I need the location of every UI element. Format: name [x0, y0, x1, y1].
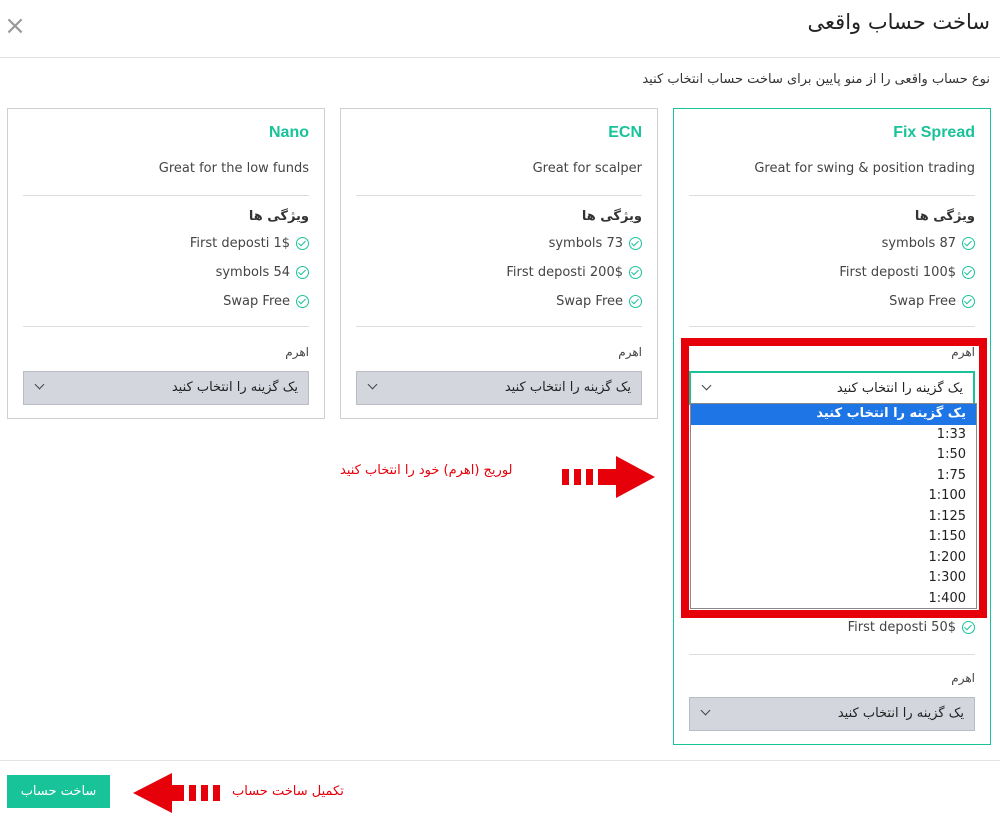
leverage-label: اهرم [951, 345, 975, 359]
feature-label: Swap Free [556, 294, 623, 309]
dropdown-option[interactable]: 1:300 [691, 568, 976, 589]
dropdown-option[interactable]: 1:125 [691, 507, 976, 528]
chevron-down-icon [701, 380, 712, 391]
modal-header: ساخت حساب واقعی × [0, 0, 1000, 58]
card-description: Great for the low funds [158, 161, 309, 176]
footer-divider [0, 760, 1000, 761]
card-description: Great for scalper [532, 161, 642, 176]
card-name: Nano [269, 124, 309, 141]
card-name: ECN [608, 124, 642, 141]
select-value: یک گزینه را انتخاب کنید [836, 381, 963, 396]
divider [23, 195, 309, 196]
leverage-select[interactable]: یک گزینه را انتخاب کنید [689, 371, 975, 405]
leverage-label: اهرم [951, 671, 975, 685]
feature-label: Swap Free [223, 294, 290, 309]
arrow-left-icon [133, 773, 220, 813]
dropdown-option[interactable]: یک گزینه را انتخاب کنید [691, 404, 976, 425]
finish-hint: تکمیل ساخت حساب [232, 784, 344, 799]
feature-item: symbols 54 [216, 265, 309, 280]
divider [689, 654, 975, 655]
chevron-down-icon [700, 705, 711, 716]
create-account-button[interactable]: ساخت حساب [7, 775, 110, 808]
check-circle-icon [962, 266, 975, 279]
dropdown-option[interactable]: 1:400 [691, 589, 976, 610]
card-description: Great for swing & position trading [754, 161, 975, 176]
feature-label: First deposti 100$ [839, 265, 956, 280]
feature-item: symbols 87 [882, 236, 975, 251]
select-value: یک گزینه را انتخاب کنید [171, 380, 298, 395]
feature-label: First deposti 50$ [847, 620, 956, 635]
dropdown-option[interactable]: 1:200 [691, 548, 976, 569]
account-card-ecn[interactable]: ECN Great for scalper ویژگی ها symbols 7… [340, 108, 658, 419]
dropdown-option[interactable]: 1:50 [691, 445, 976, 466]
features-title: ویژگی ها [914, 209, 975, 224]
feature-label: symbols 87 [881, 236, 956, 251]
leverage-select[interactable]: یک گزینه را انتخاب کنید [689, 697, 975, 731]
select-value: یک گزینه را انتخاب کنید [837, 706, 964, 721]
check-circle-icon [629, 295, 642, 308]
feature-item: First deposti 200$ [506, 265, 642, 280]
feature-item: Swap Free [556, 294, 642, 309]
check-circle-icon [296, 295, 309, 308]
chevron-down-icon [367, 379, 378, 390]
feature-item: symbols 73 [549, 236, 642, 251]
check-circle-icon [962, 295, 975, 308]
leverage-label: اهرم [285, 345, 309, 359]
feature-label: symbols 73 [548, 236, 623, 251]
check-circle-icon [629, 266, 642, 279]
modal-title: ساخت حساب واقعی [807, 10, 990, 34]
card-name: Fix Spread [893, 124, 975, 141]
dropdown-option[interactable]: 1:100 [691, 486, 976, 507]
close-icon[interactable]: × [4, 12, 26, 40]
dropdown-option[interactable]: 1:150 [691, 527, 976, 548]
leverage-dropdown-list[interactable]: یک گزینه را انتخاب کنید 1:33 1:50 1:75 1… [690, 403, 977, 609]
leverage-select[interactable]: یک گزینه را انتخاب کنید [23, 371, 309, 405]
feature-label: First deposti 200$ [506, 265, 623, 280]
feature-item: First deposti 100$ [839, 265, 975, 280]
feature-item: First deposti 50$ [848, 620, 975, 635]
account-card-nano[interactable]: Nano Great for the low funds ویژگی ها Fi… [7, 108, 325, 419]
feature-label: symbols 54 [215, 265, 290, 280]
check-circle-icon [296, 266, 309, 279]
arrow-right-icon [562, 456, 655, 498]
feature-item: First deposti 1$ [190, 236, 309, 251]
feature-label: First deposti 1$ [189, 236, 290, 251]
feature-item: Swap Free [889, 294, 975, 309]
feature-label: Swap Free [889, 294, 956, 309]
divider [689, 326, 975, 327]
check-circle-icon [296, 237, 309, 250]
divider [689, 195, 975, 196]
select-value: یک گزینه را انتخاب کنید [504, 380, 631, 395]
check-circle-icon [962, 237, 975, 250]
features-title: ویژگی ها [581, 209, 642, 224]
feature-item: Swap Free [223, 294, 309, 309]
modal-subtitle: نوع حساب واقعی را از منو پایین برای ساخت… [642, 72, 990, 87]
chevron-down-icon [34, 379, 45, 390]
features-title: ویژگی ها [248, 209, 309, 224]
check-circle-icon [962, 621, 975, 634]
divider [356, 326, 642, 327]
check-circle-icon [629, 237, 642, 250]
leverage-hint: لوریج (اهرم) خود را انتخاب کنید [340, 463, 513, 478]
dropdown-option[interactable]: 1:75 [691, 466, 976, 487]
divider [23, 326, 309, 327]
leverage-label: اهرم [618, 345, 642, 359]
dropdown-option[interactable]: 1:33 [691, 425, 976, 446]
divider [356, 195, 642, 196]
leverage-select[interactable]: یک گزینه را انتخاب کنید [356, 371, 642, 405]
